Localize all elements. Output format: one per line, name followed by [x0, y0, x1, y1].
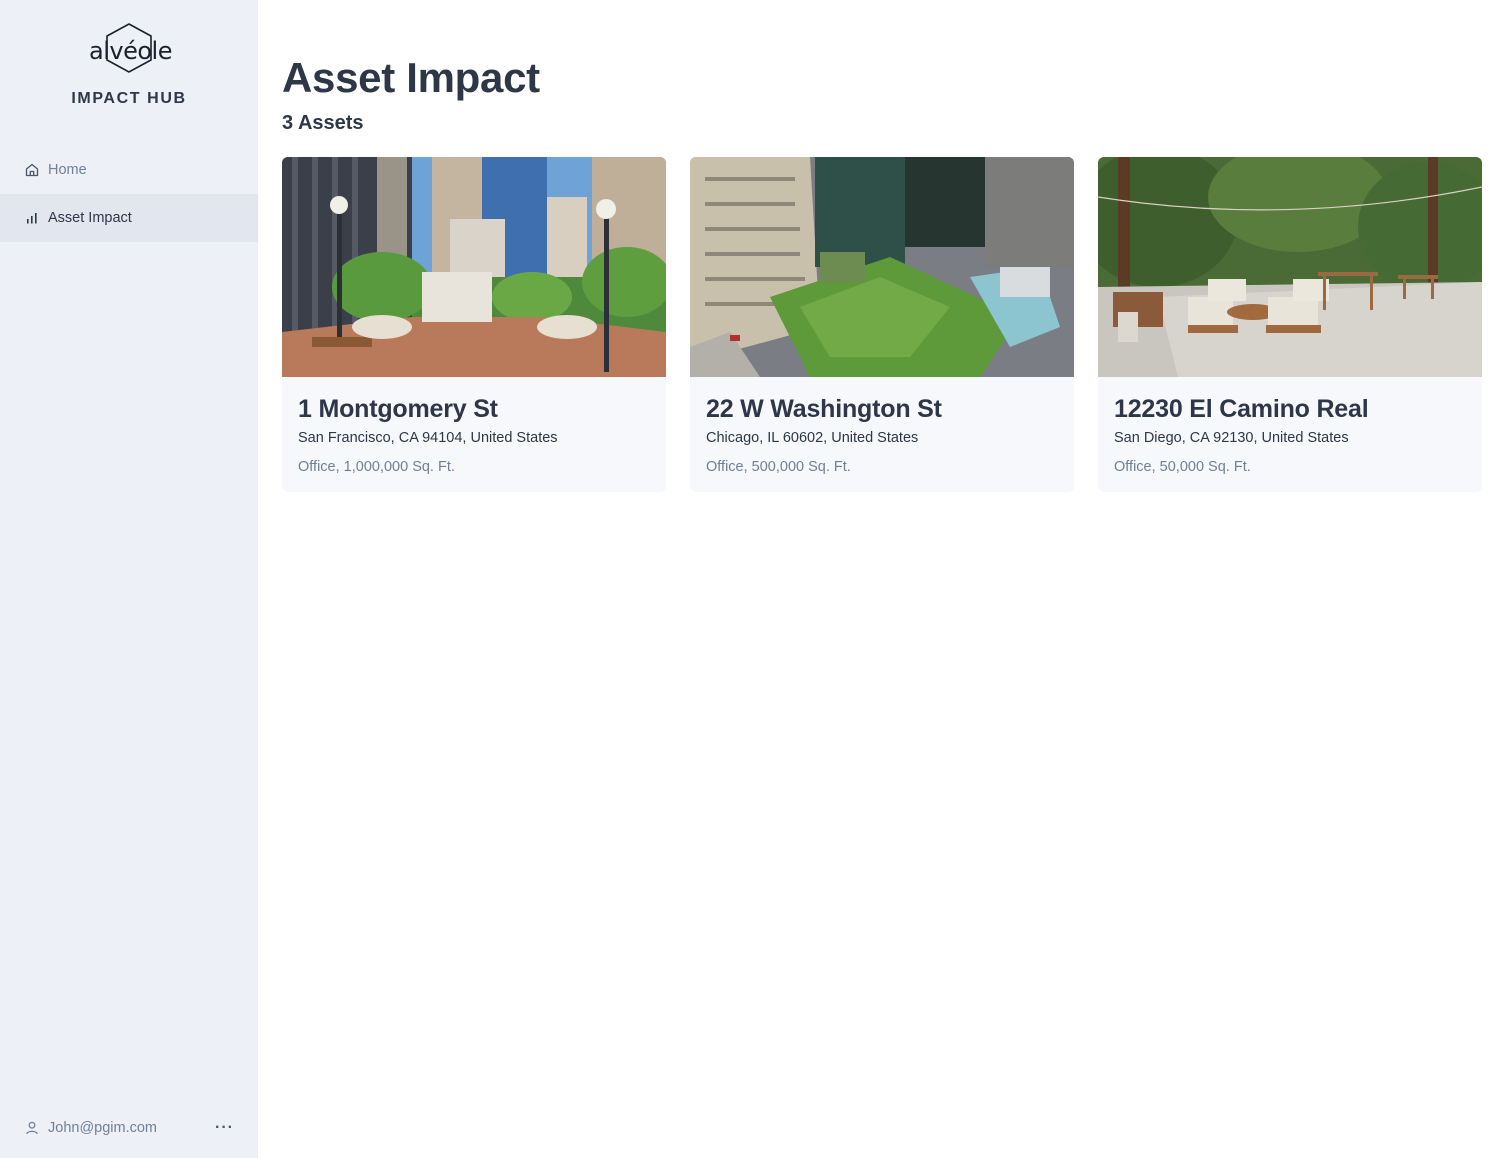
asset-card-grid: 1 Montgomery St San Francisco, CA 94104,…: [282, 157, 1512, 492]
app-root: alvéole IMPACT HUB Home Asset Impact Joh…: [0, 0, 1512, 1158]
sidebar-nav: Home Asset Impact: [0, 146, 258, 242]
asset-address: San Diego, CA 92130, United States: [1114, 430, 1349, 446]
user-account-row[interactable]: John@pgim.com ···: [24, 1120, 234, 1136]
user-icon: [24, 1120, 40, 1136]
user-email: John@pgim.com: [48, 1120, 158, 1136]
asset-count: 3 Assets: [282, 112, 364, 134]
patio-garden-photo: [1098, 157, 1482, 377]
logo-wordmark: alvéole: [89, 37, 172, 65]
more-options-icon[interactable]: ···: [215, 1120, 234, 1136]
asset-card[interactable]: 22 W Washington St Chicago, IL 60602, Un…: [690, 157, 1074, 492]
asset-meta: Office, 50,000 Sq. Ft.: [1114, 459, 1251, 475]
asset-meta: Office, 1,000,000 Sq. Ft.: [298, 459, 455, 475]
asset-name: 22 W Washington St: [706, 395, 942, 423]
sidebar-item-label: Home: [48, 162, 87, 178]
sidebar: alvéole IMPACT HUB Home Asset Impact Joh…: [0, 0, 258, 1158]
brand: alvéole IMPACT HUB: [0, 0, 258, 108]
city-plaza-photo: [282, 157, 666, 377]
sidebar-item-label: Asset Impact: [48, 210, 132, 226]
page-title: Asset Impact: [282, 54, 540, 101]
green-roof-aerial-photo: [690, 157, 1074, 377]
bar-chart-icon: [24, 210, 40, 226]
main-content: Asset Impact 3 Assets 1 Montgomery St Sa…: [258, 0, 1512, 1158]
asset-address: Chicago, IL 60602, United States: [706, 430, 919, 446]
asset-address: San Francisco, CA 94104, United States: [298, 430, 558, 446]
asset-name: 1 Montgomery St: [298, 395, 498, 423]
home-icon: [24, 162, 40, 178]
hub-title: IMPACT HUB: [71, 90, 187, 107]
asset-meta: Office, 500,000 Sq. Ft.: [706, 459, 851, 475]
sidebar-item-asset-impact[interactable]: Asset Impact: [0, 194, 258, 242]
asset-card[interactable]: 12230 El Camino Real San Diego, CA 92130…: [1098, 157, 1482, 492]
sidebar-item-home[interactable]: Home: [0, 146, 258, 194]
asset-name: 12230 El Camino Real: [1114, 395, 1369, 423]
alveole-logo[interactable]: alvéole: [89, 22, 172, 76]
asset-card[interactable]: 1 Montgomery St San Francisco, CA 94104,…: [282, 157, 666, 492]
